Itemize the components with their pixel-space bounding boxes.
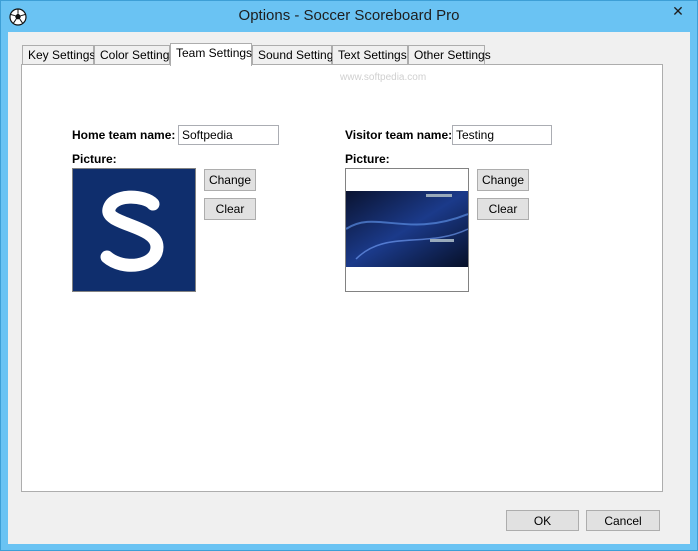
options-window: Options - Soccer Scoreboard Pro ✕ Key Se…	[0, 0, 698, 551]
visitor-team-picture[interactable]	[345, 168, 469, 292]
team-settings-panel: www.softpedia.com Home team name: Softpe…	[21, 64, 663, 492]
softpedia-logo-image	[73, 169, 195, 291]
visitor-picture-label: Picture:	[345, 152, 390, 166]
visitor-wallpaper-image	[346, 169, 468, 291]
title-bar[interactable]: Options - Soccer Scoreboard Pro ✕	[1, 1, 697, 32]
home-team-name-label: Home team name:	[72, 128, 176, 142]
home-picture-label: Picture:	[72, 152, 117, 166]
visitor-team-name-input[interactable]: Testing	[452, 125, 552, 145]
dialog-client-area: Key Settings Color Settings Team Setting…	[8, 32, 690, 544]
visitor-clear-button[interactable]: Clear	[477, 198, 529, 220]
close-button[interactable]: ✕	[664, 1, 692, 21]
tab-color-settings[interactable]: Color Settings	[94, 45, 175, 65]
tab-other-settings[interactable]: Other Settings	[408, 45, 491, 65]
home-team-name-input[interactable]: Softpedia	[178, 125, 279, 145]
cancel-button[interactable]: Cancel	[586, 510, 660, 531]
home-team-picture[interactable]	[72, 168, 196, 292]
tab-team-settings[interactable]: Team Settings	[170, 43, 252, 66]
visitor-change-button[interactable]: Change	[477, 169, 529, 191]
tab-key-settings[interactable]: Key Settings	[22, 45, 95, 65]
ok-button[interactable]: OK	[506, 510, 579, 531]
home-clear-button[interactable]: Clear	[204, 198, 256, 220]
tab-text-settings[interactable]: Text Settings	[332, 45, 408, 65]
home-change-button[interactable]: Change	[204, 169, 256, 191]
watermark: www.softpedia.com	[340, 72, 427, 83]
close-icon: ✕	[672, 3, 684, 19]
visitor-team-name-label: Visitor team name:	[345, 128, 453, 142]
window-title: Options - Soccer Scoreboard Pro	[238, 7, 460, 24]
tab-sound-settings[interactable]: Sound Settings	[252, 45, 339, 65]
